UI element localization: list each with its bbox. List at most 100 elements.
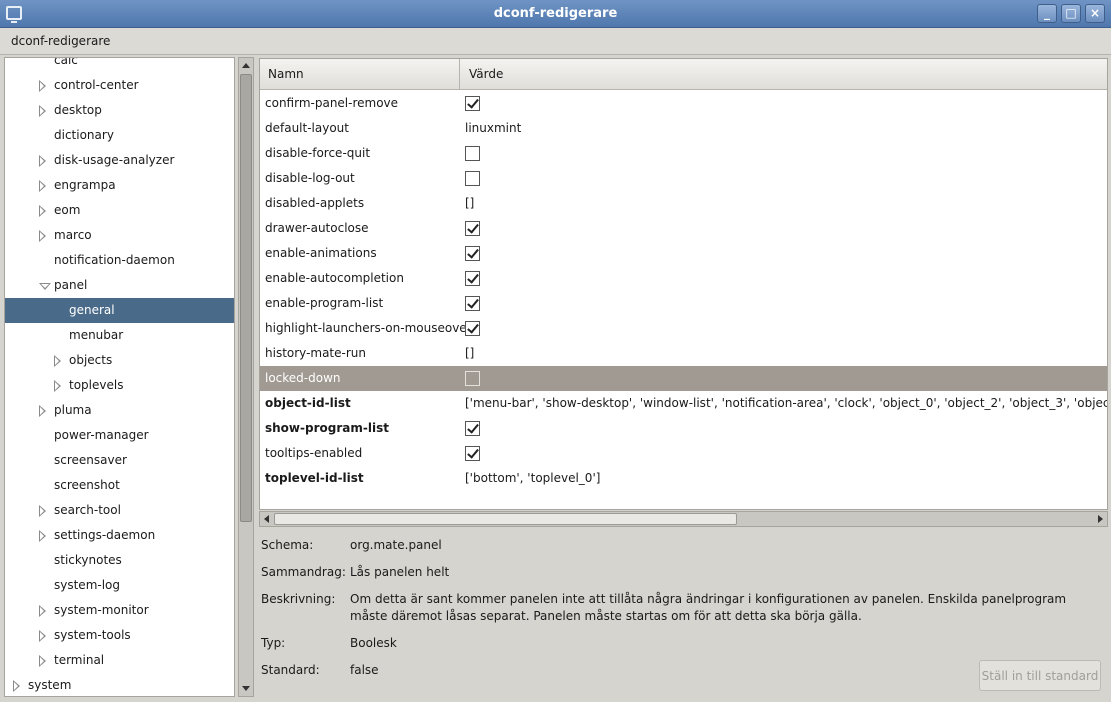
key-value[interactable]: [] bbox=[465, 341, 474, 366]
tree-item-label: panel bbox=[54, 278, 88, 292]
value-checkbox[interactable] bbox=[465, 221, 480, 236]
tree-item-dictionary[interactable]: dictionary bbox=[5, 123, 234, 148]
expander-closed-icon[interactable] bbox=[39, 205, 46, 217]
key-row-drawer-autoclose[interactable]: drawer-autoclose bbox=[260, 216, 1107, 241]
tree-item-label: system-monitor bbox=[54, 603, 149, 617]
key-row-default-layout[interactable]: default-layout linuxmint bbox=[260, 116, 1107, 141]
tree-item-power-manager[interactable]: power-manager bbox=[5, 423, 234, 448]
key-row-highlight-launchers-on-mouseover[interactable]: highlight-launchers-on-mouseover bbox=[260, 316, 1107, 341]
key-row-tooltips-enabled[interactable]: tooltips-enabled bbox=[260, 441, 1107, 466]
tree-item-system-tools[interactable]: system-tools bbox=[5, 623, 234, 648]
tree-item-control-center[interactable]: control-center bbox=[5, 73, 234, 98]
type-label: Typ: bbox=[261, 636, 286, 650]
tree-item-system[interactable]: system bbox=[5, 673, 234, 696]
value-checkbox[interactable] bbox=[465, 146, 480, 161]
reset-to-default-button[interactable]: Ställ in till standard bbox=[979, 660, 1101, 691]
key-value[interactable]: ['menu-bar', 'show-desktop', 'window-lis… bbox=[465, 391, 1107, 416]
expander-closed-icon[interactable] bbox=[39, 655, 46, 667]
tree-item-marco[interactable]: marco bbox=[5, 223, 234, 248]
expander-closed-icon[interactable] bbox=[39, 505, 46, 517]
key-value[interactable]: ['bottom', 'toplevel_0'] bbox=[465, 466, 600, 491]
key-row-locked-down[interactable]: locked-down bbox=[260, 366, 1107, 391]
tree-item-general[interactable]: general bbox=[5, 298, 234, 323]
expander-closed-icon[interactable] bbox=[39, 405, 46, 417]
key-row-history-mate-run[interactable]: history-mate-run [] bbox=[260, 341, 1107, 366]
expander-closed-icon[interactable] bbox=[39, 155, 46, 167]
expander-open-icon[interactable] bbox=[39, 283, 51, 290]
tree-item-eom[interactable]: eom bbox=[5, 198, 234, 223]
tree-item-objects[interactable]: objects bbox=[5, 348, 234, 373]
expander-closed-icon[interactable] bbox=[39, 80, 46, 92]
expander-closed-icon[interactable] bbox=[39, 630, 46, 642]
key-name: disable-log-out bbox=[265, 171, 355, 185]
key-row-object-id-list[interactable]: object-id-list ['menu-bar', 'show-desktop… bbox=[260, 391, 1107, 416]
key-value[interactable]: linuxmint bbox=[465, 116, 521, 141]
expander-closed-icon[interactable] bbox=[54, 355, 61, 367]
value-checkbox[interactable] bbox=[465, 171, 480, 186]
maximize-button[interactable]: □ bbox=[1061, 4, 1081, 23]
schema-label: Schema: bbox=[261, 538, 314, 552]
key-row-show-program-list[interactable]: show-program-list bbox=[260, 416, 1107, 441]
key-name: tooltips-enabled bbox=[265, 446, 363, 460]
tree-item-terminal[interactable]: terminal bbox=[5, 648, 234, 673]
tree-item-system-monitor[interactable]: system-monitor bbox=[5, 598, 234, 623]
tree-item-panel[interactable]: panel bbox=[5, 273, 234, 298]
tree-item-label: objects bbox=[69, 353, 113, 367]
expander-closed-icon[interactable] bbox=[39, 605, 46, 617]
schema-tree[interactable]: calc control-center desktop dictionary disk-… bbox=[4, 57, 235, 697]
expander-closed-icon[interactable] bbox=[39, 230, 46, 242]
tree-item-settings-daemon[interactable]: settings-daemon bbox=[5, 523, 234, 548]
key-row-disabled-applets[interactable]: disabled-applets [] bbox=[260, 191, 1107, 216]
key-value[interactable]: [] bbox=[465, 191, 474, 216]
column-header-value[interactable]: Värde bbox=[461, 59, 1107, 90]
list-scroll-thumb[interactable] bbox=[274, 513, 737, 525]
tree-item-search-tool[interactable]: search-tool bbox=[5, 498, 234, 523]
value-checkbox[interactable] bbox=[465, 446, 480, 461]
scroll-down-icon[interactable] bbox=[242, 686, 250, 691]
expander-closed-icon[interactable] bbox=[54, 380, 61, 392]
tree-item-disk-usage-analyzer[interactable]: disk-usage-analyzer bbox=[5, 148, 234, 173]
expander-closed-icon[interactable] bbox=[39, 105, 46, 117]
key-row-enable-program-list[interactable]: enable-program-list bbox=[260, 291, 1107, 316]
column-header-name[interactable]: Namn bbox=[260, 59, 460, 90]
tree-item-screensaver[interactable]: screensaver bbox=[5, 448, 234, 473]
summary-label: Sammandrag: bbox=[261, 565, 346, 579]
scroll-right-icon[interactable] bbox=[1098, 515, 1103, 523]
scroll-left-icon[interactable] bbox=[264, 515, 269, 523]
key-row-disable-force-quit[interactable]: disable-force-quit bbox=[260, 141, 1107, 166]
tree-item-desktop[interactable]: desktop bbox=[5, 98, 234, 123]
tree-item-menubar[interactable]: menubar bbox=[5, 323, 234, 348]
tree-item-stickynotes[interactable]: stickynotes bbox=[5, 548, 234, 573]
tree-item-toplevels[interactable]: toplevels bbox=[5, 373, 234, 398]
value-checkbox[interactable] bbox=[465, 296, 480, 311]
expander-closed-icon[interactable] bbox=[39, 180, 46, 192]
key-name: locked-down bbox=[265, 371, 341, 385]
minimize-button[interactable]: _ bbox=[1037, 4, 1057, 23]
value-checkbox[interactable] bbox=[465, 321, 480, 336]
tree-item-pluma[interactable]: pluma bbox=[5, 398, 234, 423]
key-row-toplevel-id-list[interactable]: toplevel-id-list ['bottom', 'toplevel_0'] bbox=[260, 466, 1107, 491]
tree-item-notification-daemon[interactable]: notification-daemon bbox=[5, 248, 234, 273]
key-row-disable-log-out[interactable]: disable-log-out bbox=[260, 166, 1107, 191]
tree-item-system-log[interactable]: system-log bbox=[5, 573, 234, 598]
tree-item-calc[interactable]: calc bbox=[5, 58, 234, 73]
tree-item-label: disk-usage-analyzer bbox=[54, 153, 175, 167]
close-button[interactable]: × bbox=[1085, 4, 1105, 23]
tree-item-engrampa[interactable]: engrampa bbox=[5, 173, 234, 198]
scroll-up-icon[interactable] bbox=[242, 63, 250, 68]
tree-scrollbar[interactable] bbox=[238, 57, 254, 697]
key-row-enable-animations[interactable]: enable-animations bbox=[260, 241, 1107, 266]
header-bar: dconf-redigerare bbox=[0, 28, 1111, 55]
tree-scroll-thumb[interactable] bbox=[240, 74, 252, 522]
value-checkbox[interactable] bbox=[465, 246, 480, 261]
key-row-confirm-panel-remove[interactable]: confirm-panel-remove bbox=[260, 91, 1107, 116]
expander-closed-icon[interactable] bbox=[13, 680, 20, 692]
list-horizontal-scrollbar[interactable] bbox=[259, 511, 1108, 527]
value-checkbox[interactable] bbox=[465, 371, 480, 386]
expander-closed-icon[interactable] bbox=[39, 530, 46, 542]
tree-item-screenshot[interactable]: screenshot bbox=[5, 473, 234, 498]
value-checkbox[interactable] bbox=[465, 96, 480, 111]
value-checkbox[interactable] bbox=[465, 421, 480, 436]
value-checkbox[interactable] bbox=[465, 271, 480, 286]
key-row-enable-autocompletion[interactable]: enable-autocompletion bbox=[260, 266, 1107, 291]
